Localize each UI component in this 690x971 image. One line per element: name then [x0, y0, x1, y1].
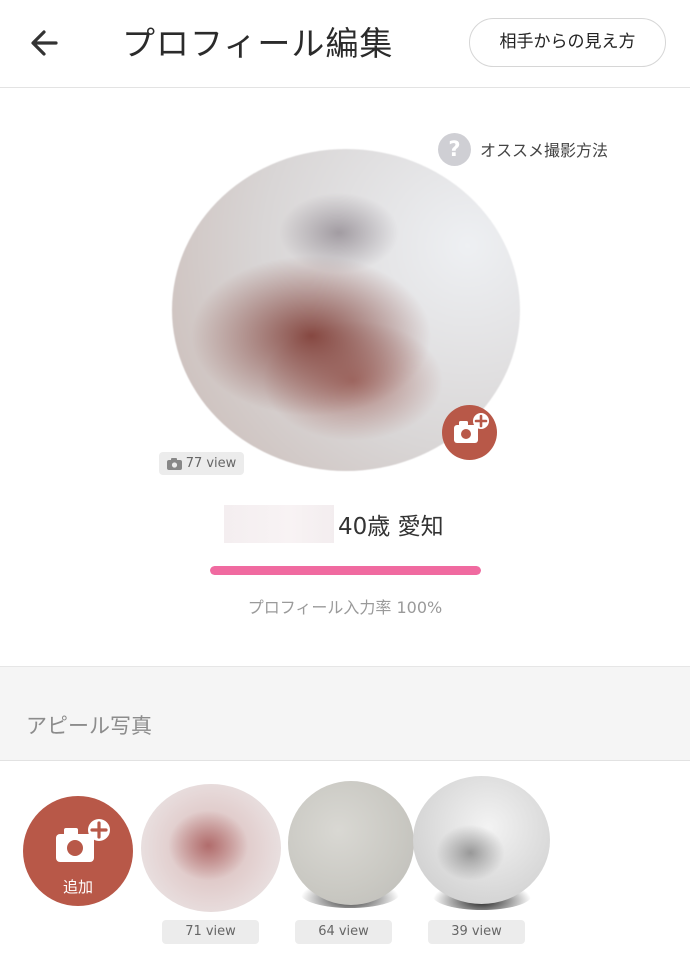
- appeal-photos-header: アピール写真: [0, 666, 690, 761]
- header-bar: プロフィール編集 相手からの見え方: [0, 0, 690, 88]
- age-location: 40歳 愛知: [338, 514, 444, 540]
- appeal-photo-1[interactable]: [141, 784, 281, 912]
- profile-completion-label: プロフィール入力率 100%: [247, 598, 443, 617]
- arrow-left-icon: [31, 30, 58, 56]
- camera-icon: [166, 457, 182, 470]
- appeal-photo-3-view-count: 39 view: [428, 920, 525, 944]
- question-icon: ?: [438, 132, 471, 166]
- appeal-photo-2[interactable]: [288, 781, 414, 905]
- appeal-photo-3[interactable]: [413, 776, 550, 904]
- main-photo-view-badge: 77 view: [159, 452, 244, 475]
- add-photo-label: 追加: [62, 878, 93, 896]
- camera-plus-icon: [454, 413, 489, 443]
- photo-tips-label: オススメ撮影方法: [480, 141, 609, 160]
- add-appeal-photo-button[interactable]: 追加: [23, 796, 133, 906]
- appeal-photo-1-view-count: 71 view: [162, 920, 259, 944]
- view-as-other-button[interactable]: 相手からの見え方: [469, 18, 666, 67]
- back-button[interactable]: [22, 22, 72, 66]
- photo-tips-link[interactable]: ? オススメ撮影方法: [438, 132, 608, 166]
- page-title: プロフィール編集: [122, 24, 394, 63]
- camera-plus-icon: [56, 819, 110, 862]
- main-photo-view-count: 77 view: [185, 456, 237, 471]
- nickname-redacted: [224, 505, 334, 543]
- appeal-photo-2-view-count: 64 view: [295, 920, 392, 944]
- profile-completion-bar: [210, 566, 481, 575]
- change-main-photo-button[interactable]: [442, 405, 497, 460]
- profile-completion-fill: [210, 566, 481, 575]
- appeal-photos-title: アピール写真: [26, 714, 152, 738]
